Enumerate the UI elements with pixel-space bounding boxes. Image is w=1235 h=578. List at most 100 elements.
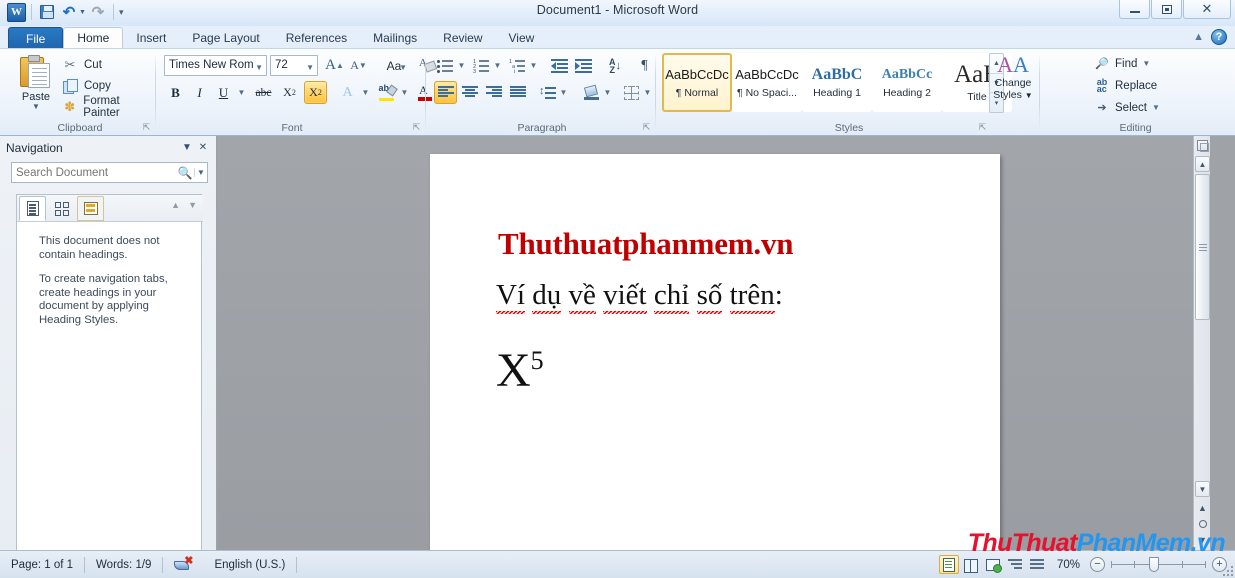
grow-font-button[interactable]: A▲ bbox=[323, 54, 346, 77]
style-no-spacing[interactable]: AaBbCcDc ¶ No Spaci... bbox=[732, 53, 802, 112]
document-canvas[interactable]: Thuthuatphanmem.vn Ví dụ về viết chỉ số … bbox=[218, 136, 1210, 550]
numbering-dropdown-icon[interactable]: ▼ bbox=[492, 54, 503, 77]
navigation-options-icon[interactable]: ▼ bbox=[179, 140, 195, 156]
help-icon[interactable]: ? bbox=[1211, 29, 1227, 45]
tab-view[interactable]: View bbox=[496, 27, 548, 49]
paragraph-dialog-launcher[interactable]: ⇱ bbox=[641, 122, 652, 133]
change-case-button[interactable]: Aa ▼ bbox=[378, 54, 410, 77]
increase-indent-button[interactable] bbox=[572, 54, 595, 77]
paste-button[interactable]: Paste ▼ bbox=[10, 53, 62, 115]
bold-button[interactable]: B bbox=[164, 81, 187, 104]
text-effects-button[interactable]: A bbox=[336, 81, 359, 104]
clipboard-dialog-launcher[interactable]: ⇱ bbox=[141, 122, 152, 133]
minimize-button[interactable] bbox=[1119, 0, 1150, 19]
search-options-dropdown-icon[interactable]: ▼ bbox=[194, 168, 207, 177]
styles-dialog-launcher[interactable]: ⇱ bbox=[977, 122, 988, 133]
tab-references[interactable]: References bbox=[273, 27, 360, 49]
shrink-font-button[interactable]: A▼ bbox=[347, 54, 370, 77]
find-button[interactable]: 🔎 Find ▼ bbox=[1094, 53, 1150, 74]
scroll-up-button[interactable]: ▲ bbox=[1195, 156, 1210, 172]
shading-button[interactable] bbox=[580, 81, 603, 104]
navigation-close-icon[interactable]: ✕ bbox=[195, 140, 211, 156]
browse-headings-tab[interactable] bbox=[19, 196, 46, 221]
shading-dropdown-icon[interactable]: ▼ bbox=[602, 81, 613, 104]
find-dropdown-icon[interactable]: ▼ bbox=[1142, 59, 1150, 68]
next-result-icon[interactable]: ▼ bbox=[188, 200, 197, 210]
bullets-button[interactable] bbox=[434, 54, 457, 77]
font-size-combobox[interactable]: 72 ▼ bbox=[270, 55, 318, 76]
multilevel-dropdown-icon[interactable]: ▼ bbox=[528, 54, 539, 77]
previous-page-button[interactable]: ▲ bbox=[1195, 500, 1210, 515]
zoom-level[interactable]: 70% bbox=[1049, 559, 1088, 571]
text-effects-dropdown-icon[interactable]: ▼ bbox=[359, 81, 372, 104]
bullets-dropdown-icon[interactable]: ▼ bbox=[456, 54, 467, 77]
scrollbar-thumb[interactable] bbox=[1195, 174, 1210, 320]
copy-button[interactable]: Copy bbox=[62, 76, 111, 96]
restore-button[interactable] bbox=[1151, 0, 1182, 19]
font-name-combobox[interactable]: Times New Rom ▼ bbox=[164, 55, 267, 76]
decrease-indent-button[interactable] bbox=[548, 54, 571, 77]
select-button[interactable]: ➔ Select ▼ bbox=[1094, 97, 1160, 118]
split-window-button[interactable] bbox=[1194, 136, 1210, 154]
align-left-button[interactable] bbox=[434, 81, 457, 104]
line-spacing-dropdown-icon[interactable]: ▼ bbox=[558, 81, 569, 104]
change-styles-button[interactable]: AA Change Styles ▼ bbox=[986, 53, 1040, 115]
magnifier-icon[interactable]: 🔍 bbox=[176, 166, 194, 180]
language-indicator[interactable]: English (U.S.) bbox=[203, 555, 296, 575]
style-heading-2[interactable]: AaBbCc Heading 2 bbox=[872, 53, 942, 112]
numbering-button[interactable]: 123 bbox=[470, 54, 493, 77]
print-layout-view-button[interactable] bbox=[939, 555, 959, 574]
cut-button[interactable]: ✂ Cut bbox=[62, 55, 102, 75]
show-formatting-marks-button[interactable]: ¶ bbox=[633, 54, 656, 77]
align-right-button[interactable] bbox=[482, 81, 505, 104]
sort-button[interactable]: A Z ↓ bbox=[602, 54, 628, 77]
tab-review[interactable]: Review bbox=[430, 27, 495, 49]
vertical-scrollbar[interactable]: ▲ ▼ ▲ ▼ bbox=[1193, 136, 1210, 550]
tab-insert[interactable]: Insert bbox=[123, 27, 179, 49]
format-painter-button[interactable]: ✽ Format Painter bbox=[62, 97, 156, 117]
justify-button[interactable] bbox=[506, 81, 529, 104]
tab-file[interactable]: File bbox=[8, 27, 63, 49]
subscript-button[interactable]: X2 bbox=[278, 81, 301, 104]
highlight-dropdown-icon[interactable]: ▼ bbox=[398, 81, 411, 104]
proofing-status-button[interactable]: ✖ bbox=[163, 555, 203, 575]
text-highlight-color-button[interactable] bbox=[375, 81, 398, 104]
browse-results-tab[interactable] bbox=[77, 196, 104, 221]
zoom-slider[interactable] bbox=[1111, 557, 1206, 572]
select-browse-object-icon bbox=[1199, 520, 1207, 528]
borders-dropdown-icon[interactable]: ▼ bbox=[642, 81, 653, 104]
page-indicator[interactable]: Page: 1 of 1 bbox=[0, 555, 84, 575]
superscript-button[interactable]: X2 bbox=[304, 81, 327, 104]
underline-dropdown-icon[interactable]: ▼ bbox=[235, 81, 248, 104]
replace-button[interactable]: abac Replace bbox=[1094, 75, 1157, 96]
line-spacing-button[interactable]: ↕ bbox=[536, 81, 559, 104]
document-page[interactable]: Thuthuatphanmem.vn Ví dụ về viết chỉ số … bbox=[430, 154, 1000, 550]
font-dialog-launcher[interactable]: ⇱ bbox=[411, 122, 422, 133]
style-heading-1[interactable]: AaBbC Heading 1 bbox=[802, 53, 872, 112]
paste-dropdown-icon[interactable]: ▼ bbox=[32, 103, 40, 110]
align-center-button[interactable] bbox=[458, 81, 481, 104]
group-title-clipboard: Clipboard bbox=[4, 122, 156, 134]
italic-button[interactable]: I bbox=[188, 81, 211, 104]
borders-button[interactable] bbox=[620, 81, 643, 104]
word-count[interactable]: Words: 1/9 bbox=[85, 555, 162, 575]
previous-result-icon[interactable]: ▲ bbox=[171, 200, 180, 210]
tab-page-layout[interactable]: Page Layout bbox=[179, 27, 272, 49]
strikethrough-button[interactable]: abc bbox=[252, 81, 275, 104]
scroll-down-button[interactable]: ▼ bbox=[1195, 481, 1210, 497]
close-button[interactable]: ✕ bbox=[1183, 0, 1231, 19]
minimize-ribbon-icon[interactable]: ▲ bbox=[1193, 31, 1204, 43]
resize-grip[interactable] bbox=[1221, 564, 1233, 576]
search-input[interactable] bbox=[12, 167, 176, 179]
tab-mailings[interactable]: Mailings bbox=[360, 27, 430, 49]
style-normal[interactable]: AaBbCcDc ¶ Normal bbox=[662, 53, 732, 112]
browse-pages-tab[interactable] bbox=[48, 196, 75, 221]
select-dropdown-icon[interactable]: ▼ bbox=[1152, 103, 1160, 112]
navigation-search-box[interactable]: 🔍 ▼ bbox=[11, 162, 208, 183]
underline-button[interactable]: U bbox=[212, 81, 235, 104]
multilevel-list-button[interactable]: 1ai bbox=[506, 54, 529, 77]
tab-home[interactable]: Home bbox=[63, 27, 123, 49]
zoom-slider-thumb[interactable] bbox=[1149, 557, 1159, 572]
zoom-out-button[interactable]: − bbox=[1090, 557, 1105, 572]
superscript-label: X bbox=[309, 85, 318, 100]
